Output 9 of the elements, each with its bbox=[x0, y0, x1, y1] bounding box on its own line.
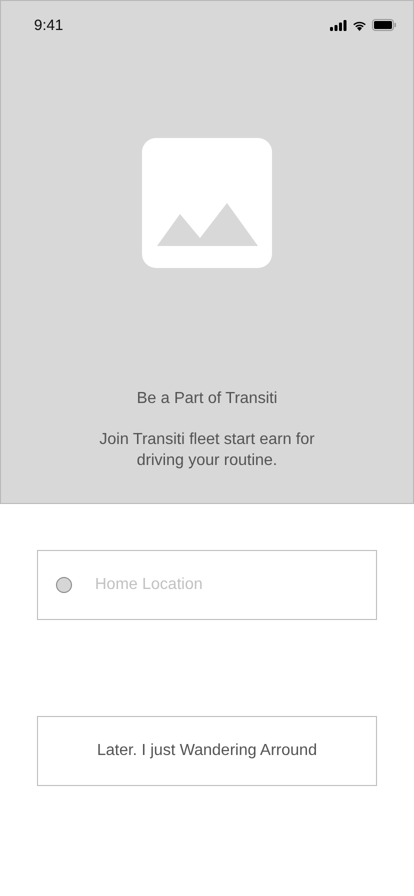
signal-icon bbox=[330, 20, 347, 30]
wifi-icon bbox=[352, 20, 367, 30]
hero-title: Be a Part of Transiti bbox=[136, 390, 278, 408]
location-field[interactable]: Home Location bbox=[37, 550, 377, 620]
hero-subtitle: Join Transiti fleet start earn for driving your routine. bbox=[98, 430, 316, 471]
battery-icon bbox=[372, 19, 397, 31]
status-time: 9:41 bbox=[34, 16, 64, 34]
image-placeholder-icon bbox=[142, 138, 272, 268]
later-button[interactable]: Later. I just Wandering Arround bbox=[37, 716, 377, 786]
